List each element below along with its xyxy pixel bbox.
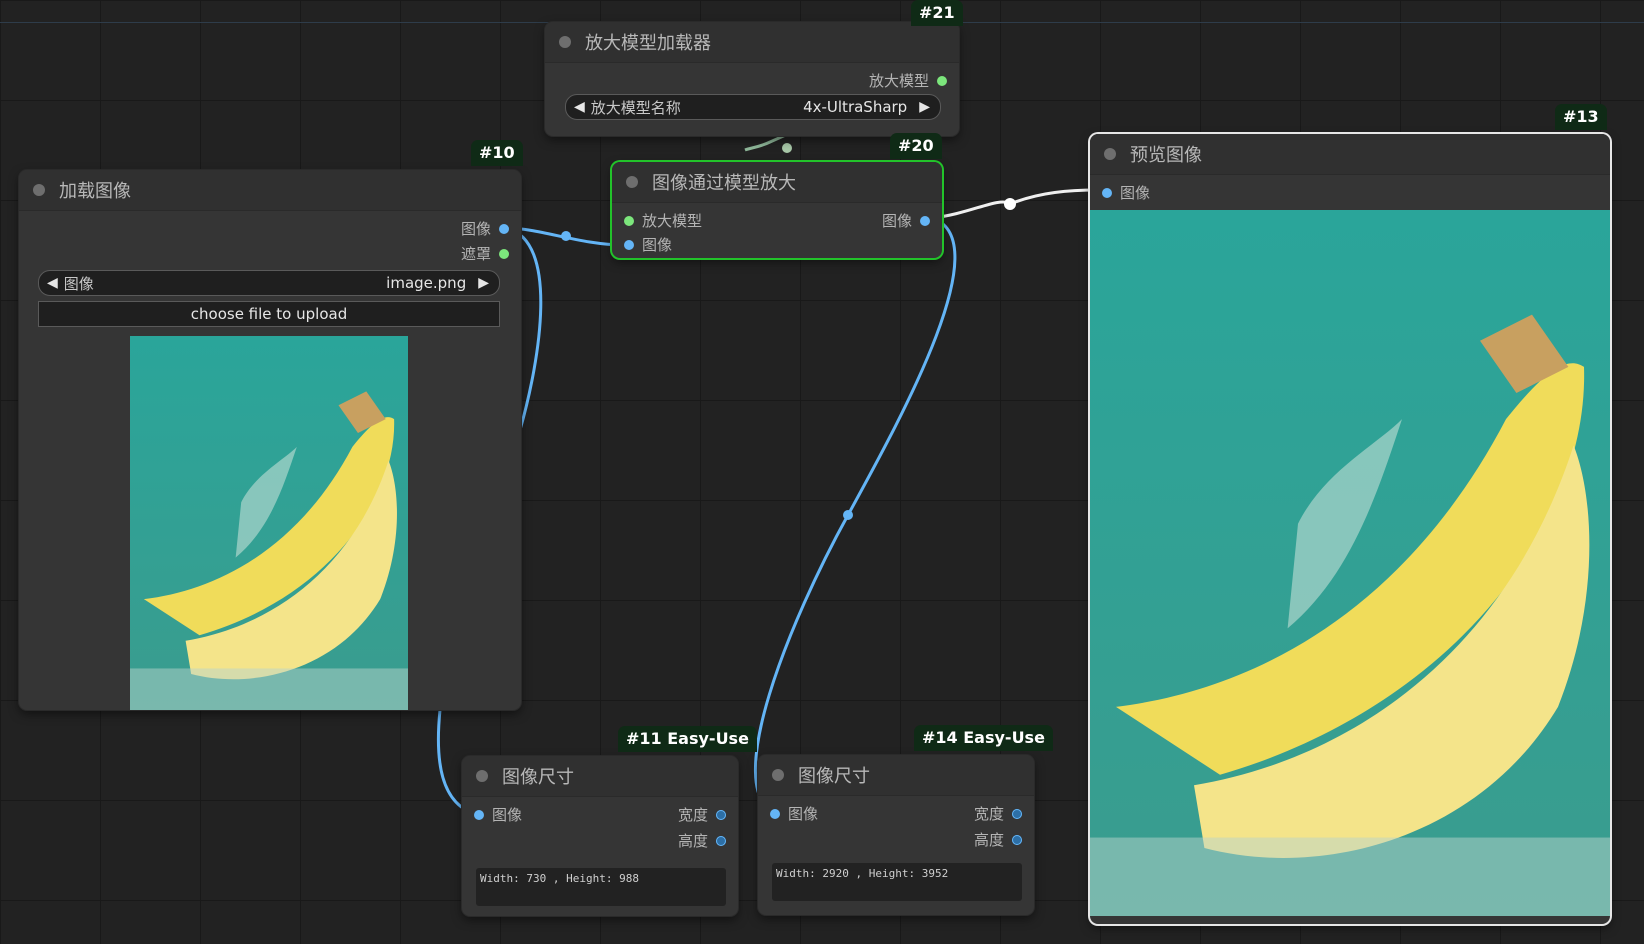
output-width[interactable]: 宽度 (974, 803, 1022, 824)
output-mask[interactable]: 遮罩 (461, 243, 509, 264)
node-title-bar[interactable]: 加载图像 (19, 170, 521, 211)
input-socket-icon[interactable] (474, 809, 484, 820)
preview-image (1090, 210, 1610, 916)
input-image[interactable]: 图像 (624, 234, 672, 255)
node-id-badge: #20 (890, 133, 942, 159)
link-load-to-upscale-midpoint (561, 231, 571, 241)
node-title-bar[interactable]: 放大模型加载器 (545, 22, 959, 63)
collapse-dot-icon[interactable] (1104, 148, 1116, 160)
input-image[interactable]: 图像 (474, 804, 522, 825)
input-label: 图像 (642, 236, 673, 254)
combo-next-arrow-icon[interactable]: ▶ (472, 275, 499, 291)
node-id-badge: #21 (911, 0, 963, 26)
node-title: 图像尺寸 (798, 766, 870, 787)
node-title: 图像通过模型放大 (652, 173, 796, 194)
output-socket-icon[interactable] (937, 75, 947, 86)
output-label: 高度 (677, 832, 708, 850)
input-image[interactable]: 图像 (770, 803, 818, 824)
node-load-image[interactable]: #10 加载图像 图像 遮罩 ◀ 图像 image.png ▶ choose f… (19, 140, 523, 710)
node-image-size-a[interactable]: #11 Easy-Use 图像尺寸 图像 宽度 高度 Width: 730 , … (462, 726, 757, 916)
input-socket-icon[interactable] (1102, 187, 1112, 198)
output-socket-icon[interactable] (716, 835, 726, 846)
input-socket-icon[interactable] (624, 239, 634, 250)
combo-value: 4x-UltraSharp (803, 98, 908, 116)
output-socket-icon[interactable] (1012, 834, 1022, 845)
output-label: 宽度 (973, 805, 1004, 823)
link-upscale-to-size-b-midpoint (843, 510, 853, 520)
output-socket-icon[interactable] (1012, 808, 1022, 819)
node-image-size-b[interactable]: #14 Easy-Use 图像尺寸 图像 宽度 高度 Width: 2920 ,… (758, 725, 1053, 915)
output-height[interactable]: 高度 (974, 829, 1022, 850)
link-upscale-to-preview (931, 188, 1099, 220)
output-label: 图像 (460, 220, 491, 238)
collapse-dot-icon[interactable] (772, 769, 784, 781)
output-image[interactable]: 图像 (882, 210, 930, 231)
input-upscale-model[interactable]: 放大模型 (624, 210, 702, 231)
output-socket-icon[interactable] (499, 248, 509, 259)
node-title-bar[interactable]: 图像尺寸 (758, 755, 1034, 796)
size-text-output: Width: 730 , Height: 988 (476, 868, 726, 906)
node-upscale-with-model[interactable]: #20 图像通过模型放大 放大模型 图像 图像 (612, 133, 942, 258)
link-upscale-to-preview-midpoint (1004, 198, 1016, 210)
upscale-model-name-combo[interactable]: ◀ 放大模型名称 4x-UltraSharp ▶ (565, 94, 941, 120)
input-label: 图像 (788, 805, 819, 823)
collapse-dot-icon[interactable] (626, 176, 638, 188)
node-title: 放大模型加载器 (585, 33, 711, 54)
loaded-image-preview (130, 336, 408, 710)
output-label: 宽度 (677, 806, 708, 824)
output-label: 遮罩 (460, 245, 491, 263)
banana-image (130, 336, 408, 710)
node-title: 图像尺寸 (502, 767, 574, 788)
node-id-badge: #10 (471, 140, 523, 166)
output-image[interactable]: 图像 (461, 218, 509, 239)
node-title: 加载图像 (59, 181, 131, 202)
combo-prev-arrow-icon[interactable]: ◀ (566, 99, 591, 115)
banana-image (1090, 210, 1610, 916)
output-socket-icon[interactable] (920, 215, 930, 226)
node-title-bar[interactable]: 预览图像 (1090, 134, 1610, 175)
node-title: 预览图像 (1130, 145, 1202, 166)
input-socket-icon[interactable] (770, 808, 780, 819)
collapse-dot-icon[interactable] (559, 36, 571, 48)
input-label: 图像 (1120, 184, 1151, 202)
link-load-to-upscale (505, 226, 625, 247)
output-socket-icon[interactable] (499, 223, 509, 234)
choose-file-upload-button[interactable]: choose file to upload (38, 301, 500, 327)
collapse-dot-icon[interactable] (33, 184, 45, 196)
combo-next-arrow-icon[interactable]: ▶ (913, 99, 940, 115)
output-socket-icon[interactable] (716, 809, 726, 820)
size-text-output: Width: 2920 , Height: 3952 (772, 863, 1022, 901)
input-label: 图像 (492, 806, 523, 824)
output-width[interactable]: 宽度 (678, 804, 726, 825)
node-upscale-model-loader[interactable]: #21 放大模型加载器 放大模型 ◀ 放大模型名称 4x-UltraSharp … (545, 0, 963, 136)
combo-label: 图像 (63, 274, 94, 293)
node-id-badge: #14 Easy-Use (914, 725, 1053, 751)
node-title-bar[interactable]: 图像尺寸 (462, 756, 738, 797)
output-label: 高度 (973, 831, 1004, 849)
input-label: 放大模型 (642, 212, 703, 230)
combo-prev-arrow-icon[interactable]: ◀ (39, 275, 64, 291)
node-preview-image[interactable]: #13 预览图像 图像 (1090, 104, 1610, 924)
link-model-midpoint (782, 143, 792, 153)
output-label: 放大模型 (868, 72, 929, 90)
input-socket-icon[interactable] (624, 215, 634, 226)
combo-label: 放大模型名称 (590, 98, 681, 117)
output-upscale-model[interactable]: 放大模型 (869, 70, 947, 91)
input-image[interactable]: 图像 (1102, 182, 1150, 203)
image-file-combo[interactable]: ◀ 图像 image.png ▶ (38, 270, 500, 296)
output-label: 图像 (881, 212, 912, 230)
combo-value: image.png (386, 274, 467, 292)
output-height[interactable]: 高度 (678, 830, 726, 851)
node-title-bar[interactable]: 图像通过模型放大 (612, 162, 942, 203)
node-id-badge: #11 Easy-Use (618, 726, 757, 752)
node-id-badge: #13 (1555, 104, 1607, 130)
collapse-dot-icon[interactable] (476, 770, 488, 782)
